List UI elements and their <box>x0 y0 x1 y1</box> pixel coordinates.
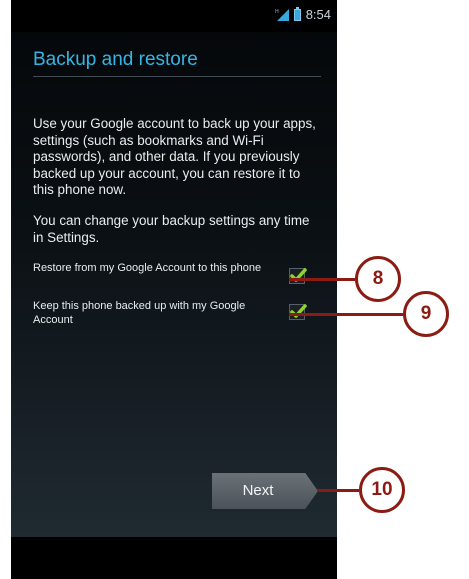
phone-screen: H 8:54 Backup and restore Use your Googl… <box>11 0 337 579</box>
signal-icon: H <box>275 9 289 21</box>
callout-8: 8 <box>355 256 401 302</box>
next-button[interactable]: Next <box>212 473 318 509</box>
callout-line-9 <box>289 313 403 316</box>
settings-note-text: You can change your backup settings any … <box>33 213 310 245</box>
checkmark-icon <box>290 268 307 282</box>
restore-option-label: Restore from my Google Account to this p… <box>33 262 262 274</box>
restore-checkbox[interactable] <box>289 268 307 284</box>
svg-text:H: H <box>275 9 279 15</box>
title-divider <box>33 76 321 77</box>
navigation-bar <box>11 537 337 579</box>
callout-9: 9 <box>403 291 449 337</box>
status-time: 8:54 <box>305 7 331 22</box>
callout-line-8 <box>289 278 355 281</box>
status-bar: H 8:54 <box>11 0 337 32</box>
checkmark-icon <box>290 304 307 318</box>
battery-icon <box>293 6 301 21</box>
description-text: Use your Google account to back up your … <box>33 116 316 197</box>
page-title: Backup and restore <box>33 49 198 70</box>
callout-10: 10 <box>359 467 405 513</box>
backup-option-label: Keep this phone backed up with my Google… <box>33 300 246 326</box>
backup-checkbox[interactable] <box>289 304 307 320</box>
backup-restore-screen: Backup and restore Use your Google accou… <box>11 32 337 537</box>
backup-option[interactable]: Keep this phone backed up with my Google… <box>33 300 333 334</box>
callout-line-10 <box>317 489 359 492</box>
restore-option[interactable]: Restore from my Google Account to this p… <box>33 262 333 296</box>
